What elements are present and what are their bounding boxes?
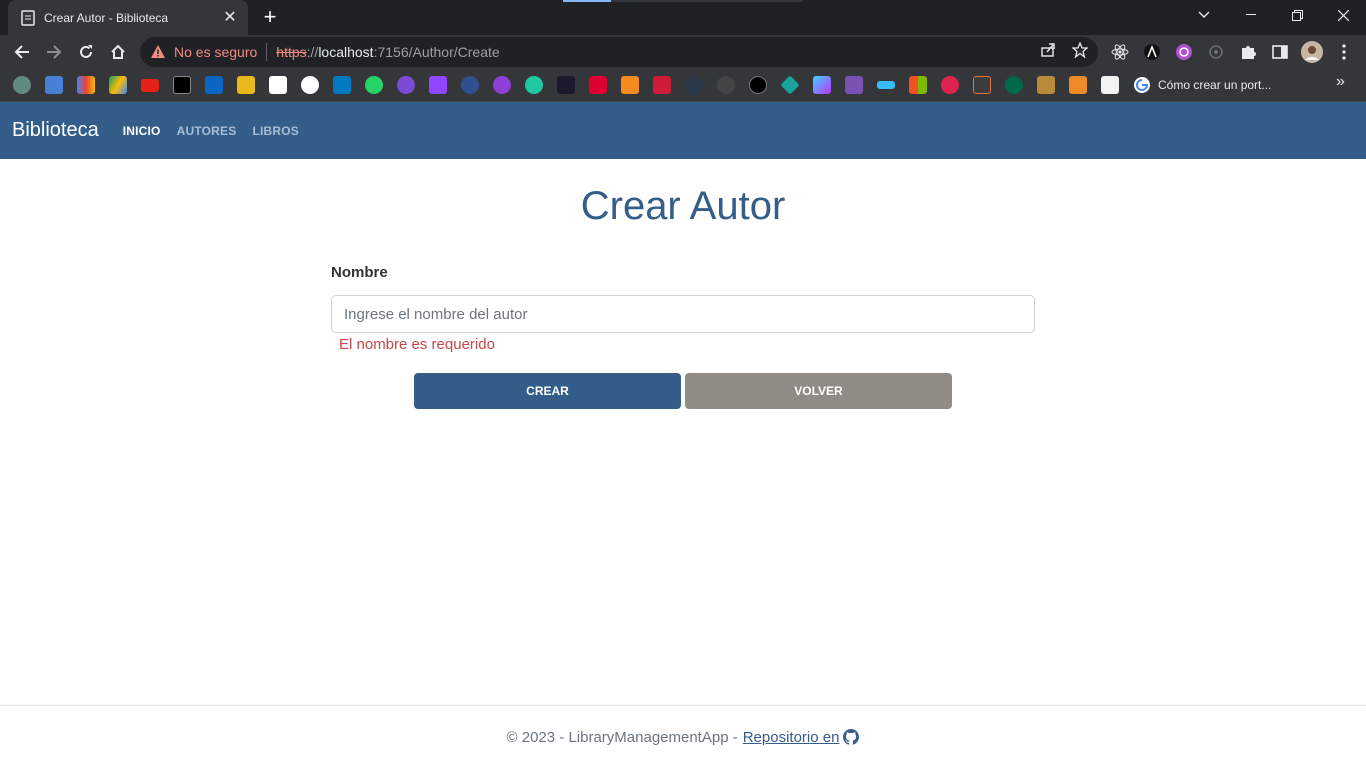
angular-icon[interactable]	[589, 76, 607, 94]
react-icon[interactable]	[685, 76, 703, 94]
diamond-icon[interactable]	[780, 75, 800, 95]
tab-title: Crear Autor - Biblioteca	[44, 10, 169, 25]
url-host: localhost	[318, 44, 374, 60]
page-title: Crear Autor	[580, 184, 786, 228]
vite-icon[interactable]	[813, 76, 831, 94]
document-icon	[20, 9, 36, 26]
nestjs-icon[interactable]	[941, 76, 959, 94]
app-white-icon[interactable]	[1101, 76, 1119, 94]
google-icon	[1134, 77, 1150, 93]
youtube-icon[interactable]	[141, 79, 159, 92]
url-scheme: https	[276, 44, 307, 60]
app-bubbles-icon[interactable]	[525, 76, 543, 94]
app-lambda-icon[interactable]	[557, 76, 575, 94]
footer-text: © 2023 - LibraryManagementApp -	[506, 728, 738, 746]
github-icon[interactable]	[301, 76, 319, 94]
linkedin-icon[interactable]	[205, 76, 223, 94]
omnibox-divider	[266, 43, 268, 61]
side-panel-icon[interactable]	[1270, 42, 1290, 62]
url-separator: ://	[306, 44, 319, 60]
nav-link-libros[interactable]: LIBROS	[252, 124, 299, 138]
tab-search-icon[interactable]	[1181, 0, 1227, 30]
google-translate-icon[interactable]	[45, 76, 63, 94]
github-icon	[843, 729, 860, 745]
extensions-puzzle-icon[interactable]	[1238, 42, 1258, 62]
nav-link-autores[interactable]: AUTORES	[177, 124, 237, 138]
extension-purple-icon[interactable]	[1174, 42, 1194, 62]
name-label: Nombre	[331, 264, 388, 281]
restore-icon[interactable]	[1274, 0, 1320, 30]
app-u-icon[interactable]	[493, 76, 511, 94]
bookmark-label: Cómo crear un port...	[1158, 78, 1272, 92]
share-icon[interactable]	[1038, 40, 1058, 60]
create-button[interactable]: CREAR	[414, 373, 681, 409]
chatgpt-icon[interactable]	[13, 76, 31, 94]
author-name-input[interactable]	[331, 295, 1035, 333]
repository-link[interactable]: Repositorio en	[743, 729, 860, 746]
brave-icon[interactable]	[621, 76, 639, 94]
whatsapp-icon[interactable]	[365, 76, 383, 94]
app-mountain-icon[interactable]	[1037, 76, 1055, 94]
brackets-icon[interactable]	[973, 76, 991, 94]
extension-a-icon[interactable]	[1142, 42, 1162, 62]
twitch-icon[interactable]	[429, 76, 447, 94]
mongodb-icon[interactable]	[1005, 76, 1023, 94]
brave-red-icon[interactable]	[653, 76, 671, 94]
bookmark-star-icon[interactable]	[1070, 40, 1090, 60]
name-validation-error: El nombre es requerido	[339, 336, 495, 353]
bootstrap-icon[interactable]	[845, 76, 863, 94]
site-navbar: Biblioteca INICIO AUTORES LIBROS	[0, 102, 1366, 159]
reload-icon[interactable]	[74, 40, 98, 64]
profile-avatar-icon[interactable]	[1301, 41, 1323, 63]
nextjs-icon[interactable]	[749, 76, 767, 94]
security-status[interactable]: No es seguro	[174, 44, 257, 60]
trello-icon[interactable]	[333, 76, 351, 94]
browser-tab-active[interactable]: Crear Autor - Biblioteca ✕	[8, 0, 248, 35]
chevron-double-right-icon[interactable]: »	[1336, 73, 1345, 91]
window-close-icon[interactable]	[1320, 0, 1366, 30]
extension-disabled-icon[interactable]	[1206, 42, 1226, 62]
microsoft-icon[interactable]	[909, 76, 927, 94]
url-path: :7156/Author/Create	[373, 44, 500, 60]
bookmarks-bar: Cómo crear un port... »	[0, 69, 1366, 102]
nav-link-inicio[interactable]: INICIO	[123, 124, 161, 138]
browser-toolbar: No es seguro https://localhost:7156/Auth…	[0, 35, 1366, 69]
home-icon[interactable]	[106, 40, 130, 64]
back-arrow-icon[interactable]	[10, 40, 34, 64]
browser-titlebar: Crear Autor - Biblioteca ✕ +	[0, 0, 1366, 35]
google-drive-icon[interactable]	[109, 76, 127, 94]
repository-link-label: Repositorio en	[742, 728, 840, 746]
react-devtools-icon[interactable]	[1110, 42, 1130, 62]
address-bar[interactable]: No es seguro https://localhost:7156/Auth…	[140, 37, 1098, 67]
tailwind-icon[interactable]	[877, 81, 895, 89]
dot-icon[interactable]	[717, 76, 735, 94]
gmail-icon[interactable]	[77, 76, 95, 94]
url-text[interactable]: https://localhost:7156/Author/Create	[276, 44, 499, 60]
minimize-icon[interactable]	[1228, 0, 1274, 30]
x-icon[interactable]	[173, 76, 191, 94]
navbar-brand[interactable]: Biblioteca	[12, 119, 99, 142]
warning-icon[interactable]	[150, 44, 166, 60]
tab-strip-indicator	[563, 0, 803, 2]
page-footer: © 2023 - LibraryManagementApp - Reposito…	[0, 705, 1366, 768]
forward-arrow-icon[interactable]	[42, 40, 66, 64]
app-orange-icon[interactable]	[1069, 76, 1087, 94]
app-c-icon[interactable]	[461, 76, 479, 94]
close-tab-icon[interactable]: ✕	[222, 9, 238, 26]
notification-app-icon[interactable]	[397, 76, 415, 94]
back-button[interactable]: VOLVER	[685, 373, 952, 409]
create-author-form: Nombre El nombre es requerido	[331, 264, 1035, 353]
bookmark-item-portfolio[interactable]: Cómo crear un port...	[1134, 76, 1271, 94]
new-tab-icon[interactable]: +	[258, 6, 282, 30]
stackoverflow-icon[interactable]	[237, 76, 255, 94]
menu-kebab-icon[interactable]	[1334, 42, 1354, 62]
notion-icon[interactable]	[269, 76, 287, 94]
